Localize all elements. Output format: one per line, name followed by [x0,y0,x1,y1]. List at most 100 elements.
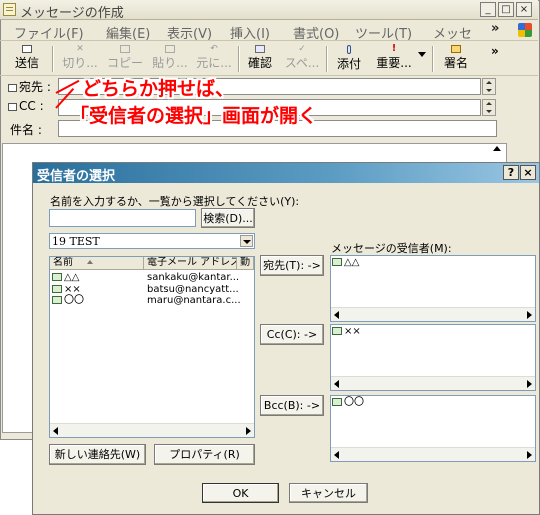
compose-app-icon [3,3,16,16]
sort-ascending-icon [87,260,93,264]
sign-button[interactable]: 署名 [440,45,472,73]
send-icon [22,45,32,53]
cc-label: CC : [19,99,44,113]
annotation-line-1: どちらか押せば、 [82,78,235,100]
dropdown-arrow-button[interactable] [240,235,253,247]
close-button[interactable]: × [516,2,532,17]
check-names-icon [255,45,265,53]
to-hscrollbar[interactable] [331,307,535,321]
bcc-hscrollbar[interactable] [331,447,535,461]
to-label: 宛先 : [19,80,51,94]
contacts-hscrollbar[interactable] [50,423,254,437]
undo-button[interactable]: ↶ 元に... [194,45,234,73]
menu-format[interactable]: 書式(O) [293,23,339,42]
column-header-name[interactable]: 名前 [50,257,144,270]
properties-button[interactable]: プロパティ(R) [154,444,255,465]
scroll-left-icon[interactable] [334,451,339,459]
cancel-button[interactable]: キャンセル [289,483,368,503]
windows-logo-icon [518,23,532,37]
address-book-select[interactable]: 19 TEST [49,233,255,249]
menu-insert[interactable]: 挿入(I) [230,23,270,42]
attach-button[interactable]: 添付 [333,45,365,73]
check-names-button[interactable]: 確認 [244,45,276,73]
contact-email: sankaku@kantar... [147,272,240,283]
dialog-close-button[interactable]: × [520,165,536,180]
scroll-right-icon[interactable] [527,380,532,388]
to-recipient[interactable]: △△ [332,257,359,268]
contact-row[interactable]: △△ [52,272,79,283]
sign-icon [451,45,461,53]
copy-button[interactable]: コピー [103,45,147,73]
subject-label: 件名 : [10,123,42,137]
ok-button[interactable]: OK [202,483,279,503]
contact-email: maru@nantara.c... [147,295,241,306]
to-field-button[interactable]: 宛先 : [8,78,51,95]
scroll-left-icon[interactable] [334,311,339,319]
menu-tools[interactable]: ツール(T) [355,23,412,42]
priority-button[interactable]: ! 重要... [372,43,416,73]
menu-edit[interactable]: 編集(E) [106,23,150,42]
search-input[interactable] [49,209,196,227]
to-field-scroll[interactable] [482,78,496,95]
spelling-icon: ✓ [298,44,306,54]
compose-title: メッセージの作成 [20,6,124,21]
priority-dropdown-arrow-icon[interactable] [418,52,426,57]
contact-card-icon [332,398,342,406]
undo-icon: ↶ [210,44,218,54]
add-to-button[interactable]: 宛先(T): -> [260,255,324,276]
cc-hscrollbar[interactable] [331,376,535,390]
paste-button[interactable]: 貼り... [150,45,190,73]
address-book-icon [8,84,17,92]
menu-message[interactable]: メッセ [433,23,472,42]
scroll-right-icon[interactable] [246,427,251,435]
toolbar-separator [52,46,54,72]
dialog-help-button[interactable]: ? [503,165,519,180]
add-cc-button[interactable]: Cc(C): -> [260,324,324,345]
address-book-value: 19 TEST [52,235,100,248]
column-header-work[interactable]: 勤 [237,257,254,270]
priority-icon: ! [391,43,397,54]
contact-row[interactable]: ×× [52,284,81,295]
contact-card-icon [52,296,62,304]
toolbar-overflow[interactable]: » [491,44,499,58]
cc-field-button[interactable]: CC : [8,99,44,113]
recipients-label: メッセージの受信者(M): [331,242,452,255]
contact-email: batsu@nancyatt... [147,284,239,295]
paperclip-icon [347,45,351,54]
menu-file[interactable]: ファイル(F) [14,23,84,42]
scroll-left-icon[interactable] [53,427,58,435]
column-header-email[interactable]: 電子メール アドレス [144,257,237,270]
cc-recipient[interactable]: ×× [332,326,361,337]
copy-icon [120,45,130,53]
menu-overflow[interactable]: » [491,21,499,36]
toolbar-separator [238,46,240,72]
scroll-left-icon[interactable] [334,380,339,388]
contact-card-icon [52,285,62,293]
dialog-instruction: 名前を入力するか、一覧から選択してください(Y): [50,195,300,208]
add-bcc-button[interactable]: Bcc(B): -> [260,395,324,416]
toolbar-separator [326,46,328,72]
new-contact-button[interactable]: 新しい連絡先(W) [49,444,146,465]
body-scroll-up-icon[interactable] [493,146,501,151]
menu-view[interactable]: 表示(V) [167,23,212,42]
annotation-line-2: 「受信者の選択」画面が開く [70,105,318,127]
toolbar-separator [432,46,434,72]
address-book-icon [8,103,17,111]
contact-card-icon [332,327,342,335]
contact-card-icon [332,258,342,266]
paste-icon [165,45,175,53]
search-button[interactable]: 検索(D)... [201,208,255,228]
contact-row[interactable]: 〇〇 [52,295,84,306]
contact-card-icon [52,273,62,281]
cc-field-scroll[interactable] [482,99,496,116]
maximize-button[interactable]: □ [498,2,514,17]
bcc-recipient[interactable]: 〇〇 [332,397,364,408]
minimize-button[interactable]: _ [480,2,496,17]
scroll-right-icon[interactable] [527,311,532,319]
scissors-icon: ✕ [76,44,84,54]
send-button[interactable]: 送信 [8,45,46,73]
dialog-title: 受信者の選択 [37,169,116,184]
spelling-button[interactable]: ✓ スペ... [282,45,322,73]
cut-button[interactable]: ✕ 切り... [60,45,100,73]
scroll-right-icon[interactable] [527,451,532,459]
